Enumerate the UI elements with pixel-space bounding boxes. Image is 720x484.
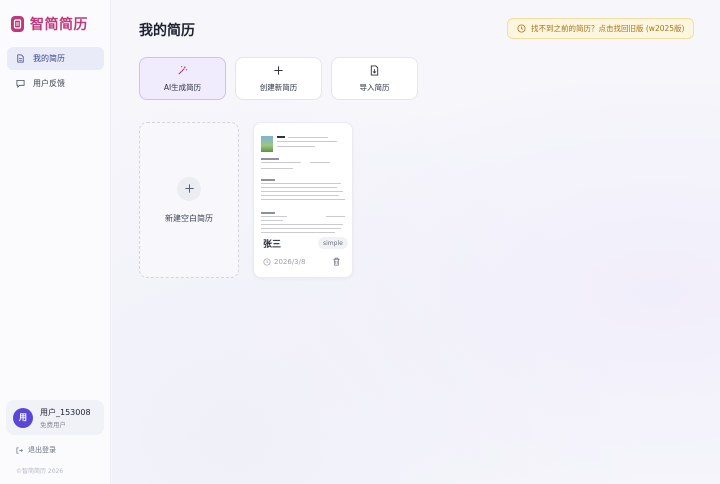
logout-button[interactable]: 退出登录: [16, 445, 56, 455]
sidebar-item-label: 用户反馈: [33, 79, 65, 88]
date-text: 2026/3/8: [274, 258, 306, 266]
action-buttons: AI生成简历 创建新简历 导入简历: [139, 57, 418, 100]
logo-text: 智简简历: [30, 17, 88, 33]
sidebar-item-my-resumes[interactable]: 我的简历: [7, 47, 104, 70]
profile-photo: [261, 136, 273, 152]
resume-date: 2026/3/8: [263, 258, 305, 266]
trash-icon[interactable]: [332, 257, 341, 266]
chat-icon: [16, 79, 25, 88]
clock-icon: [263, 258, 271, 266]
logout-icon: [16, 447, 23, 453]
copyright-text: ©智简简历 2026: [16, 468, 64, 475]
user-plan: 免费用户: [40, 420, 66, 429]
action-label: AI生成简历: [163, 82, 202, 92]
ai-generate-button[interactable]: AI生成简历: [139, 57, 226, 100]
action-label: 导入简历: [359, 82, 390, 92]
magic-wand-icon: [178, 65, 188, 75]
resume-thumbnail: [260, 133, 348, 233]
sidebar: 智简简历 我的简历 用户反馈 用 用户_153008 免费用户 退出登录 ©智简…: [0, 0, 111, 484]
page-title: 我的简历: [139, 23, 195, 39]
avatar: 用: [13, 407, 33, 428]
logout-label: 退出登录: [28, 446, 56, 454]
user-info: 用户_153008 免费用户: [40, 407, 91, 429]
resume-card[interactable]: 张三 simple 2026/3/8: [253, 122, 353, 278]
import-file-icon: [370, 64, 379, 76]
resume-name: 张三: [263, 240, 282, 250]
sidebar-item-feedback[interactable]: 用户反馈: [7, 72, 104, 95]
sidebar-item-label: 我的简历: [33, 54, 65, 63]
app-logo[interactable]: 智简简历: [11, 14, 88, 34]
document-icon: [17, 54, 24, 63]
restore-old-version-banner[interactable]: 找不到之前的简历？点击找回旧版 (w2025版): [507, 18, 695, 39]
template-badge: simple: [318, 237, 348, 249]
logo-icon: [11, 16, 24, 32]
user-card[interactable]: 用 用户_153008 免费用户: [6, 400, 104, 435]
plus-icon: [177, 176, 201, 201]
main-content: 我的简历 找不到之前的简历？点击找回旧版 (w2025版) AI生成简历 创建新…: [112, 0, 720, 484]
sidebar-nav: 我的简历 用户反馈: [7, 47, 104, 97]
blank-card-label: 新建空白简历: [165, 213, 213, 223]
plus-icon: [274, 65, 283, 75]
notice-text: 找不到之前的简历？点击找回旧版 (w2025版): [531, 24, 685, 33]
user-name: 用户_153008: [40, 407, 91, 417]
clock-icon: [517, 24, 526, 33]
action-label: 创建新简历: [259, 82, 298, 92]
create-resume-button[interactable]: 创建新简历: [235, 57, 322, 100]
import-resume-button[interactable]: 导入简历: [331, 57, 418, 100]
new-blank-resume-card[interactable]: 新建空白简历: [139, 122, 239, 278]
